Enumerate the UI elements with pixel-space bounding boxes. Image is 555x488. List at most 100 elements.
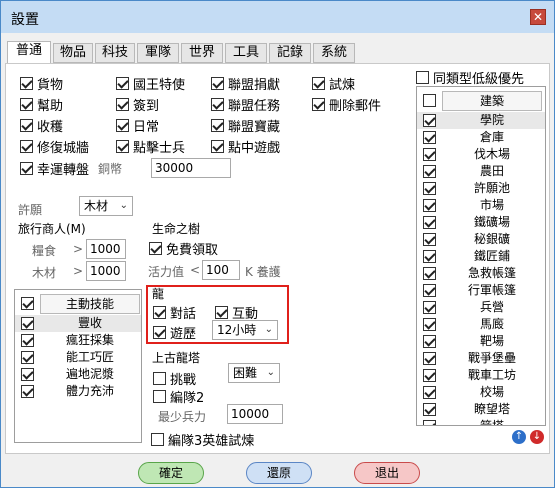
tab-general[interactable]: 普通 [7, 41, 51, 64]
feature-checkbox[interactable]: 幸運轉盤 [20, 159, 89, 178]
checkbox-icon[interactable] [423, 267, 436, 280]
checkbox-icon[interactable] [21, 368, 34, 381]
feature-checkbox[interactable]: 收穫 [20, 116, 63, 135]
checkbox-icon[interactable] [149, 242, 162, 255]
list-item[interactable]: 市場 [417, 197, 545, 214]
tab-log[interactable]: 記錄 [269, 43, 311, 63]
list-item[interactable]: 倉庫 [417, 129, 545, 146]
challenge-checkbox[interactable]: 挑戰 [153, 369, 196, 388]
checkbox-icon[interactable] [116, 77, 129, 90]
feature-checkbox[interactable]: 國王特使 [116, 74, 185, 93]
checkbox-icon[interactable] [423, 301, 436, 314]
checkbox-icon[interactable] [153, 326, 166, 339]
feature-checkbox[interactable]: 日常 [116, 116, 159, 135]
checkbox-icon[interactable] [20, 98, 33, 111]
tab-items[interactable]: 物品 [53, 43, 93, 63]
checkbox-icon[interactable] [423, 216, 436, 229]
checkbox-icon[interactable] [423, 352, 436, 365]
list-item[interactable]: 急救帳篷 [417, 265, 545, 282]
checkbox-icon[interactable] [423, 284, 436, 297]
checkbox-icon[interactable] [423, 165, 436, 178]
checkbox-icon[interactable] [423, 148, 436, 161]
checkbox-icon[interactable] [423, 369, 436, 382]
list-item[interactable]: 體力充沛 [15, 383, 141, 400]
feature-checkbox[interactable]: 修復城牆 [20, 137, 89, 156]
list-item[interactable]: 兵營 [417, 299, 545, 316]
feature-checkbox[interactable]: 幫助 [20, 95, 63, 114]
same-type-checkbox[interactable]: 同類型低級優先 [416, 68, 524, 87]
move-down-icon[interactable]: ↓ [530, 430, 544, 444]
feature-checkbox[interactable]: 點擊士兵 [116, 137, 185, 156]
checkbox-icon[interactable] [116, 119, 129, 132]
checkbox-icon[interactable] [21, 317, 34, 330]
copper-input[interactable]: 30000 [151, 158, 231, 178]
feature-checkbox[interactable]: 簽到 [116, 95, 159, 114]
checkbox-icon[interactable] [153, 306, 166, 319]
list-item[interactable]: 遍地泥漿 [15, 366, 141, 383]
travel-hours-select[interactable]: 12小時 ⌄ [212, 320, 278, 340]
checkbox-icon[interactable] [211, 140, 224, 153]
close-icon[interactable]: ✕ [530, 9, 546, 25]
list-item[interactable]: 箭塔 [417, 418, 545, 425]
difficulty-select[interactable]: 困難 ⌄ [228, 363, 280, 383]
feature-checkbox[interactable]: 試煉 [312, 74, 355, 93]
move-up-icon[interactable]: ↑ [512, 430, 526, 444]
tab-system[interactable]: 系統 [313, 43, 355, 63]
checkbox-icon[interactable] [211, 77, 224, 90]
checkbox-icon[interactable] [153, 372, 166, 385]
tab-army[interactable]: 軍隊 [137, 43, 179, 63]
exit-button[interactable]: 退出 [354, 462, 420, 484]
list-item[interactable]: 豐收 [15, 315, 141, 332]
list-item[interactable]: 校場 [417, 384, 545, 401]
checkbox-icon[interactable] [20, 77, 33, 90]
feature-checkbox[interactable]: 聯盟捐獻 [211, 74, 280, 93]
checkbox-icon[interactable] [423, 420, 436, 425]
min-troops-input[interactable]: 10000 [227, 404, 283, 424]
free-claim-checkbox[interactable]: 免費領取 [149, 239, 218, 258]
list-item[interactable]: 馬廄 [417, 316, 545, 333]
dragon-talk-checkbox[interactable]: 對話 [153, 303, 196, 322]
checkbox-icon[interactable] [151, 433, 164, 446]
checkbox-icon[interactable] [116, 140, 129, 153]
tab-tech[interactable]: 科技 [95, 43, 135, 63]
team2-checkbox[interactable]: 編隊2 [153, 387, 204, 406]
tab-tools[interactable]: 工具 [225, 43, 267, 63]
checkbox-icon[interactable] [21, 297, 34, 310]
list-item[interactable]: 秘銀礦 [417, 231, 545, 248]
reset-button[interactable]: 還原 [246, 462, 312, 484]
checkbox-icon[interactable] [116, 98, 129, 111]
list-item[interactable]: 鐵礦場 [417, 214, 545, 231]
feature-checkbox[interactable]: 聯盟任務 [211, 95, 280, 114]
checkbox-icon[interactable] [423, 94, 436, 107]
checkbox-icon[interactable] [215, 306, 228, 319]
tab-world[interactable]: 世界 [181, 43, 223, 63]
checkbox-icon[interactable] [21, 351, 34, 364]
checkbox-icon[interactable] [20, 162, 33, 175]
feature-checkbox[interactable]: 聯盟寶藏 [211, 116, 280, 135]
checkbox-icon[interactable] [423, 335, 436, 348]
list-item[interactable]: 學院 [417, 112, 545, 129]
checkbox-icon[interactable] [312, 77, 325, 90]
checkbox-icon[interactable] [20, 119, 33, 132]
checkbox-icon[interactable] [423, 199, 436, 212]
checkbox-icon[interactable] [211, 98, 224, 111]
checkbox-icon[interactable] [416, 71, 429, 84]
checkbox-icon[interactable] [423, 386, 436, 399]
checkbox-icon[interactable] [21, 334, 34, 347]
list-item[interactable]: 農田 [417, 163, 545, 180]
list-item[interactable]: 伐木場 [417, 146, 545, 163]
team3-checkbox[interactable]: 編隊3英雄試煉 [151, 430, 254, 449]
stamina-input[interactable]: 100 [202, 260, 240, 280]
list-item[interactable]: 許願池 [417, 180, 545, 197]
checkbox-icon[interactable] [21, 385, 34, 398]
wood-input[interactable]: 1000 [86, 261, 126, 281]
feature-checkbox[interactable]: 點中遊戲 [211, 137, 280, 156]
list-item[interactable]: 能工巧匠 [15, 349, 141, 366]
checkbox-icon[interactable] [153, 390, 166, 403]
feature-checkbox[interactable]: 貨物 [20, 74, 63, 93]
checkbox-icon[interactable] [423, 114, 436, 127]
list-item[interactable]: 行軍帳篷 [417, 282, 545, 299]
skills-header[interactable]: 主動技能 [40, 294, 140, 314]
checkbox-icon[interactable] [211, 119, 224, 132]
list-item[interactable]: 靶場 [417, 333, 545, 350]
